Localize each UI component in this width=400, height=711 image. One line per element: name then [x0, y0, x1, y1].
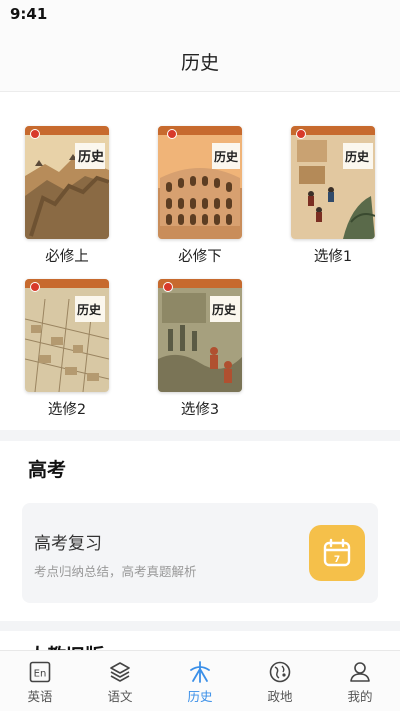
- calendar-icon-number: 7: [334, 555, 340, 565]
- gaokao-section: 高考 高考复习 考点归纳总结，高考真题解析 7: [0, 441, 400, 621]
- book-item-1[interactable]: 历史 必修上: [12, 126, 122, 266]
- gaokao-card-title: 高考复习: [34, 534, 102, 554]
- tab-label: 语文: [107, 689, 133, 704]
- book-cover-title: 历史: [214, 149, 239, 164]
- svg-text:En: En: [34, 669, 47, 680]
- book-cover[interactable]: 历史: [25, 126, 109, 239]
- bottom-tab-bar: En 英语 语文 历史 政地 我的: [0, 650, 400, 711]
- book-cover-title: 历史: [345, 149, 370, 164]
- book-cover-title: 历史: [77, 302, 102, 317]
- tab-label: 政地: [267, 689, 293, 704]
- en-icon: En: [29, 661, 51, 683]
- book-item-4[interactable]: 历史 选修2: [12, 279, 122, 419]
- book-label[interactable]: 选修2: [12, 398, 122, 419]
- book-cover-title: 历史: [212, 302, 237, 317]
- tab-label: 英语: [27, 689, 53, 704]
- status-bar: 9:41: [0, 0, 400, 28]
- calendar-icon[interactable]: 7: [309, 525, 365, 581]
- book-label[interactable]: 必修上: [12, 245, 122, 266]
- book-label[interactable]: 必修下: [145, 245, 255, 266]
- tab-history[interactable]: 历史: [160, 651, 240, 711]
- user-icon: [350, 662, 370, 682]
- history-icon: [190, 661, 210, 683]
- book-cover-title: 历史: [78, 149, 105, 165]
- book-cover[interactable]: 历史: [25, 279, 109, 392]
- tab-politics-geography[interactable]: 政地: [240, 651, 320, 711]
- tab-chinese[interactable]: 语文: [80, 651, 160, 711]
- section-divider-2: [0, 621, 400, 631]
- status-time: 9:41: [10, 5, 48, 23]
- tab-label: 我的: [347, 689, 373, 704]
- book-cover[interactable]: 历史: [158, 126, 242, 239]
- book-item-5[interactable]: 历史 选修3: [145, 279, 255, 419]
- section-divider: [0, 430, 400, 441]
- book-item-2[interactable]: 历史 必修下: [145, 126, 255, 266]
- gaokao-section-title: 高考: [28, 459, 67, 481]
- nav-bar: 历史: [0, 28, 400, 92]
- layers-icon: [110, 662, 130, 682]
- book-label[interactable]: 选修1: [278, 245, 388, 266]
- book-item-3[interactable]: 历史 选修1: [278, 126, 388, 266]
- gaokao-card-subtitle: 考点归纳总结，高考真题解析: [34, 564, 197, 579]
- page-title: 历史: [180, 52, 219, 74]
- book-label[interactable]: 选修3: [145, 398, 255, 419]
- book-cover[interactable]: 历史: [158, 279, 242, 392]
- tab-mine[interactable]: 我的: [320, 651, 400, 711]
- globe-pin-icon: [269, 661, 291, 683]
- textbook-grid: 历史 必修上 历史 必修下 历史 选修1 历史 选修2 历史 选修3: [0, 92, 400, 430]
- book-cover[interactable]: 历史: [291, 126, 375, 239]
- tab-english[interactable]: En 英语: [0, 651, 80, 711]
- gaokao-review-card[interactable]: 高考复习 考点归纳总结，高考真题解析 7: [22, 503, 378, 603]
- tab-label: 历史: [187, 689, 213, 704]
